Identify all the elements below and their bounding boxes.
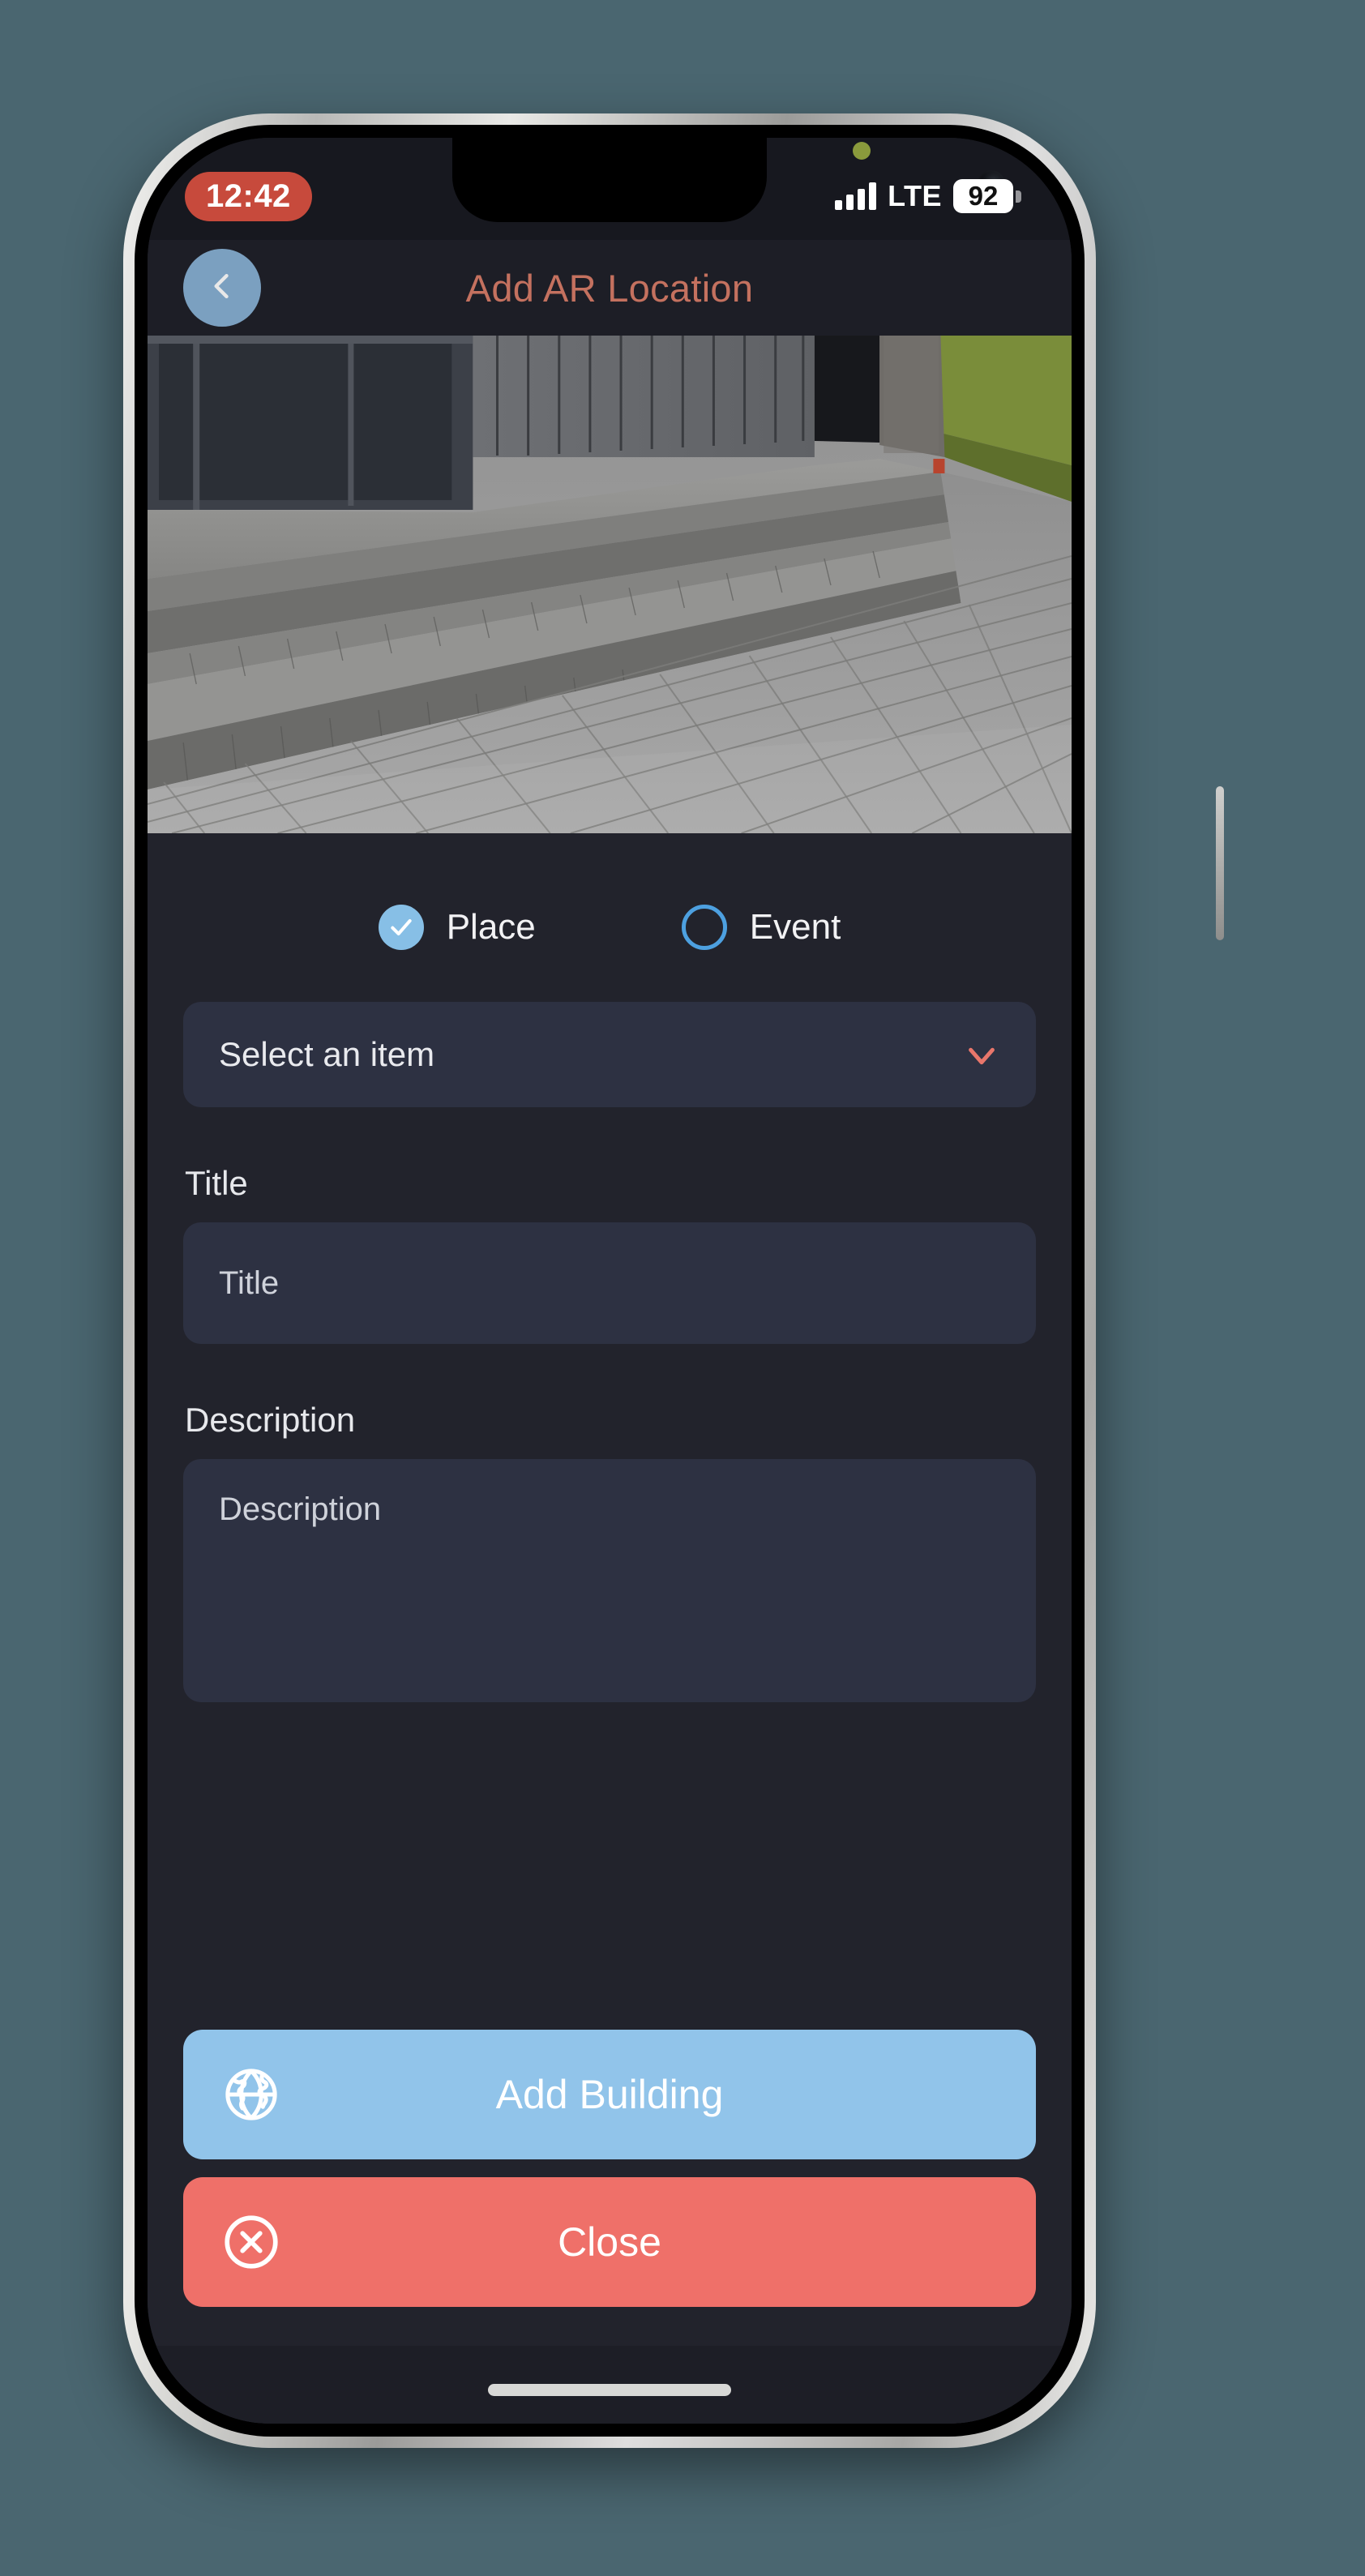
close-circle-icon — [220, 2211, 282, 2273]
notch — [452, 138, 767, 222]
description-field-label: Description — [185, 1401, 356, 1439]
camera-preview-image — [148, 336, 1072, 833]
status-indicators: LTE 92 — [835, 141, 1021, 214]
phone-screen: 12:42 LTE 92 Add AR Location Place Event… — [148, 138, 1072, 2424]
add-building-button[interactable]: Add Building — [183, 2030, 1036, 2159]
check-icon — [378, 905, 424, 950]
carrier-label: LTE — [888, 179, 942, 212]
radio-label-event: Event — [749, 907, 841, 947]
page-title: Add AR Location — [465, 266, 754, 310]
add-building-label: Add Building — [495, 2072, 724, 2117]
ar-camera-preview[interactable] — [148, 336, 1072, 833]
device-bezel: 12:42 LTE 92 Add AR Location Place Event… — [135, 125, 1085, 2437]
action-buttons: Add Building Close — [148, 2030, 1072, 2346]
title-input[interactable]: Title — [183, 1222, 1036, 1344]
scene: 12:42 LTE 92 Add AR Location Place Event… — [0, 0, 1365, 2576]
title-placeholder: Title — [219, 1264, 280, 1301]
status-time: 12:42 — [185, 171, 312, 221]
status-bar: 12:42 LTE 92 — [148, 138, 1072, 240]
item-select-value: Select an item — [219, 1035, 435, 1073]
battery-level-label: 92 — [953, 178, 1013, 214]
description-input[interactable]: Description — [183, 1459, 1036, 1702]
chevron-down-icon[interactable] — [963, 1036, 1000, 1073]
battery-icon: 92 — [953, 178, 1021, 214]
close-label: Close — [558, 2219, 661, 2265]
radio-option-place[interactable]: Place — [378, 905, 536, 950]
signal-bars-icon — [835, 182, 877, 210]
globe-icon — [220, 2064, 282, 2125]
close-button[interactable]: Close — [183, 2177, 1036, 2307]
navigation-bar: Add AR Location — [148, 240, 1072, 336]
battery-cap — [1016, 190, 1021, 203]
back-button[interactable] — [183, 249, 261, 327]
home-indicator[interactable] — [488, 2384, 731, 2396]
item-select-dropdown[interactable]: Select an item — [183, 1002, 1036, 1107]
power-button[interactable] — [1216, 786, 1224, 940]
circle-outline-icon — [681, 905, 727, 950]
radio-label-place: Place — [446, 907, 536, 947]
description-placeholder: Description — [219, 1491, 382, 1527]
radio-option-event[interactable]: Event — [681, 905, 841, 950]
type-selector: Place Event — [148, 833, 1072, 1002]
phone-device: 12:42 LTE 92 Add AR Location Place Event… — [123, 113, 1224, 2448]
title-field-label: Title — [185, 1164, 248, 1202]
green-privacy-dot-icon — [853, 141, 871, 160]
chevron-left-icon — [204, 268, 240, 308]
form-panel: Place Event Select an item Title Title D… — [148, 833, 1072, 2424]
